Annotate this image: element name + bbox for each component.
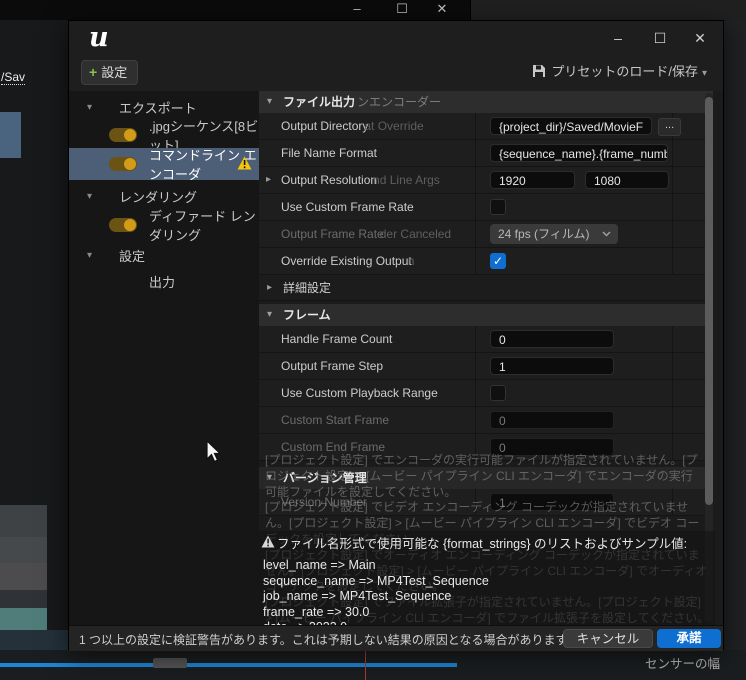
toggle-switch[interactable] <box>109 218 137 232</box>
ghost-text: der Canceled <box>379 227 452 241</box>
sidebar-item-commandline-encoder[interactable]: コマンドライン エンコーダ <box>69 148 259 182</box>
toggle-switch[interactable] <box>109 157 137 171</box>
caret-right-icon: ▸ <box>267 282 273 293</box>
resolution-width-input[interactable]: 1920 <box>490 171 575 189</box>
advanced-settings-expander[interactable]: ▸ 詳細設定 <box>259 275 713 301</box>
sidebar-group-settings[interactable]: ▾ 設定 <box>69 243 259 267</box>
row-use-custom-playback-range: Use Custom Playback Range <box>259 380 713 407</box>
row-file-name-format: File Name Format {sequence_name}.{frame_… <box>259 140 713 167</box>
caret-down-icon[interactable]: ▾ <box>87 102 92 113</box>
ghost-text: at Override <box>364 119 424 133</box>
validation-message: 1 つ以上の設定に検証警告があります。これは予期しない結果の原因となる場合があり… <box>79 633 579 647</box>
cancel-button[interactable]: キャンセル <box>563 629 653 648</box>
background-timeline-bar <box>0 663 457 667</box>
save-icon <box>533 65 546 77</box>
row-override-existing-output: Override Existing Outputn ✓ <box>259 248 713 275</box>
handle-frame-count-input[interactable]: 0 <box>490 330 614 348</box>
output-directory-input[interactable]: {project_dir}/Saved/MovieF <box>490 117 652 135</box>
add-setting-button[interactable]: + 設定 <box>81 60 139 85</box>
plus-icon: + <box>89 64 98 80</box>
validation-footer-bar: 1 つ以上の設定に検証警告があります。これは予期しない結果の原因となる場合があり… <box>69 625 723 651</box>
caret-down-icon[interactable]: ▾ <box>267 304 272 326</box>
warning-icon <box>237 156 252 170</box>
browse-button[interactable]: ... <box>658 118 682 136</box>
background-titlebar-segment <box>470 0 746 20</box>
file-name-format-input[interactable]: {sequence_name}.{frame_numb <box>490 144 668 162</box>
bg-maximize-button[interactable]: ☐ <box>389 1 415 17</box>
row-output-resolution: ▸ Output Resolutionnd Line Args 1920 108… <box>259 167 713 194</box>
ghost-text: nd Line Args <box>373 173 440 187</box>
ghost-text: ンエンコーダー <box>357 95 442 109</box>
background-track-row <box>0 537 47 564</box>
frame-rate-dropdown[interactable]: 24 fps (フィルム) <box>490 224 618 244</box>
bg-minimize-button[interactable]: – <box>344 1 370 16</box>
movie-render-settings-dialog: u – ☐ ✕ + 設定 プリセットのロード/保存 ▾ ▾ エクスポート .jpgシ… <box>68 20 724 651</box>
background-path-text: /Sav <box>1 70 26 85</box>
custom-start-frame-input[interactable]: 0 <box>490 411 614 429</box>
section-header-frame[interactable]: ▾ フレーム <box>259 304 713 326</box>
background-track-row <box>0 630 68 650</box>
row-output-frame-rate: Output Frame Rateder Canceled 24 fps (フィ… <box>259 221 713 248</box>
use-custom-frame-rate-checkbox[interactable] <box>490 199 506 215</box>
row-custom-start-frame: Custom Start Frame 0 <box>259 407 713 434</box>
mouse-cursor <box>206 440 222 463</box>
background-track-row <box>0 505 47 538</box>
row-output-frame-step: Output Frame Step 1 <box>259 353 713 380</box>
background-track-row <box>0 563 47 591</box>
bg-close-button[interactable]: ✕ <box>429 1 455 17</box>
dialog-minimize-button[interactable]: – <box>605 30 631 46</box>
background-scroll-handle[interactable] <box>153 658 187 668</box>
accept-button[interactable]: 承諾 <box>657 629 721 648</box>
sidebar-item-output[interactable]: 出力 <box>69 269 259 293</box>
background-track-row <box>0 590 47 608</box>
caret-right-icon[interactable]: ▸ <box>266 167 271 193</box>
toggle-switch[interactable] <box>109 128 137 142</box>
scrollbar-thumb[interactable] <box>705 97 713 505</box>
caret-down-icon[interactable]: ▾ <box>267 91 272 113</box>
row-handle-frame-count: Handle Frame Count 0 <box>259 326 713 353</box>
playhead-line <box>365 650 366 680</box>
warning-icon <box>261 535 275 548</box>
override-existing-output-checkbox[interactable]: ✓ <box>490 253 506 269</box>
settings-tree-sidebar: ▾ エクスポート .jpgシーケンス[8ビット] コマンドライン エンコーダ ▾… <box>69 91 260 625</box>
sidebar-item-deferred-rendering[interactable]: ディファード レンダリング <box>69 209 259 243</box>
chevron-down-icon: ▾ <box>701 68 707 79</box>
background-bottom-strip: センサーの幅 <box>0 650 746 680</box>
unreal-logo-icon: u <box>89 22 109 53</box>
output-frame-step-input[interactable]: 1 <box>490 357 614 375</box>
caret-down-icon[interactable]: ▾ <box>87 250 92 261</box>
ghost-text: n <box>407 254 415 268</box>
background-track-row-teal <box>0 608 47 630</box>
caret-down-icon[interactable]: ▾ <box>87 191 92 202</box>
preset-load-save-button[interactable]: プリセットのロード/保存 ▾ <box>532 63 707 83</box>
resolution-height-input[interactable]: 1080 <box>585 171 669 189</box>
dialog-close-button[interactable]: ✕ <box>687 30 713 47</box>
dialog-toolbar: + 設定 プリセットのロード/保存 ▾ <box>69 57 723 91</box>
dialog-titlebar[interactable]: u – ☐ ✕ <box>69 21 723 57</box>
background-selected-block <box>0 112 21 158</box>
dialog-maximize-button[interactable]: ☐ <box>647 30 673 47</box>
row-use-custom-frame-rate: Use Custom Frame Rate <box>259 194 713 221</box>
chevron-down-icon <box>602 231 611 237</box>
settings-detail-panel: ▾ ファイル出力 ンエンコーダー Output Directoryat Overr… <box>259 91 723 625</box>
background-left-panel: /Sav <box>0 20 68 680</box>
section-header-file-output[interactable]: ▾ ファイル出力 ンエンコーダー <box>259 91 713 113</box>
row-output-directory: Output Directoryat Override {project_dir… <box>259 113 713 140</box>
format-strings-tooltip: ファイル名形式で使用可能な {format_strings} のリストおよびサン… <box>259 531 715 625</box>
use-custom-playback-range-checkbox[interactable] <box>490 385 506 401</box>
sensor-width-label: センサーの幅 <box>645 657 721 671</box>
